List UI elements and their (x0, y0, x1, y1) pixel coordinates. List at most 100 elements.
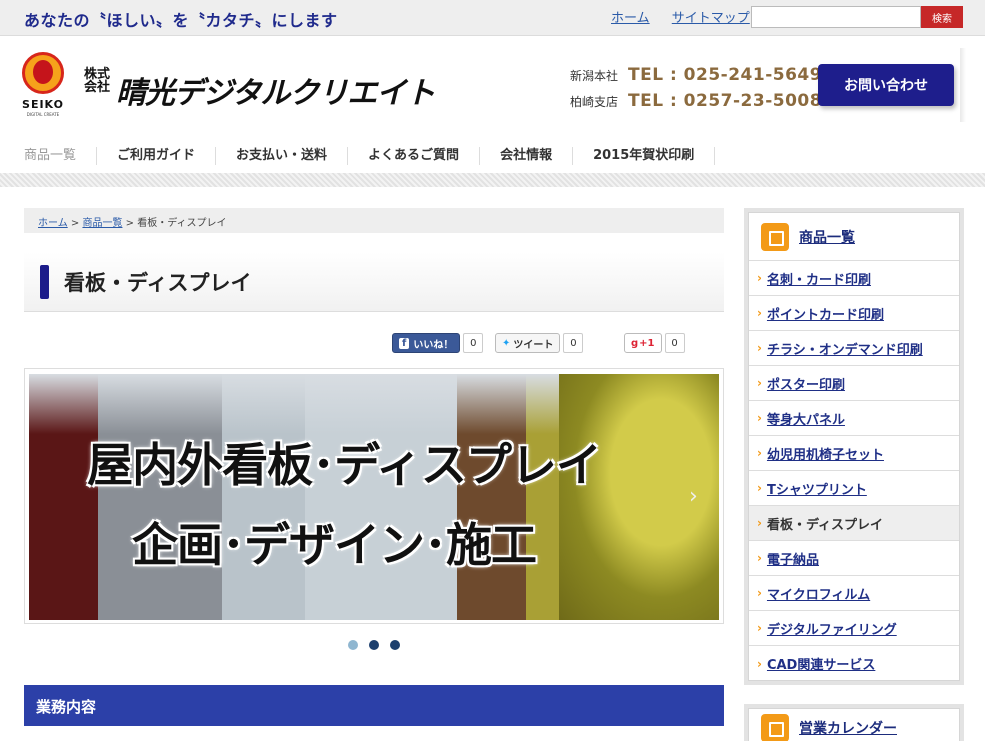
nav-item-company[interactable]: 会社情報 (480, 147, 574, 165)
sidebar-panel: 商品一覧 › 名刺・カード印刷 › ポイントカード印刷 › チラシ・オンデマンド印刷 … (748, 212, 960, 681)
chevron-right-icon: › (757, 586, 762, 600)
company-prefix: 株式会社 (84, 67, 111, 95)
tel-branch: 柏崎支店 (570, 94, 619, 109)
twitter-tweet: ✦ ツイート 0 (495, 333, 584, 353)
twitter-icon: ✦ (502, 337, 511, 349)
nav-item-faq[interactable]: よくあるご質問 (348, 147, 481, 165)
sidebar-item-flyers[interactable]: › チラシ・オンデマンド印刷 (749, 331, 959, 366)
nav-item-products[interactable]: 商品一覧 (4, 147, 98, 165)
sidebar-heading[interactable]: 商品一覧 (749, 213, 959, 261)
sidebar-item-posters[interactable]: › ポスター印刷 (749, 366, 959, 401)
chevron-right-icon: › (757, 551, 762, 565)
box-icon (761, 222, 789, 251)
chevron-right-icon: › (757, 376, 762, 390)
search-input[interactable] (751, 6, 921, 28)
gplus-count: 0 (664, 333, 685, 353)
facebook-icon: f (399, 337, 410, 349)
logo-subtext: DIGITAL CREATE (26, 112, 60, 117)
tel-number: TEL : 025-241-5649 (628, 65, 823, 85)
logo-face-icon (33, 60, 53, 84)
sidebar-item-label: ポイントカード印刷 (766, 307, 884, 323)
sidebar-heading-label: 商品一覧 (799, 229, 855, 246)
breadcrumb: ホーム > 商品一覧 > 看板・ディスプレイ (24, 208, 724, 233)
sidebar-item-label: Tシャツプリント (766, 482, 867, 498)
top-link-sitemap[interactable]: サイトマップ (672, 11, 750, 26)
company-name[interactable]: 晴光デジタルクリエイト (116, 68, 435, 112)
sidebar-item-label: マイクロフィルム (766, 587, 871, 603)
facebook-like-label: いいね！ (413, 339, 454, 351)
sidebar-item-signage[interactable]: › 看板・ディスプレイ (749, 506, 959, 541)
sidebar-item-microfilm[interactable]: › マイクロフィルム (749, 576, 959, 611)
chevron-right-icon: › (757, 341, 762, 355)
tel-row: 新潟本社 TEL : 025-241-5649 (570, 62, 822, 88)
tel-block: 新潟本社 TEL : 025-241-5649 柏崎支店 TEL : 0257-… (570, 62, 822, 114)
slider-next-icon[interactable]: › (689, 484, 698, 509)
sidebar-item-life-size-panels[interactable]: › 等身大パネル (749, 401, 959, 436)
sidebar-item-label: CAD関連サービス (766, 658, 876, 673)
header-shadow (960, 48, 966, 122)
top-bar: あなたの〝ほしい〟を〝カタチ〟にします ホーム サイトマップ 検索 (0, 0, 985, 36)
nav-item-newyear[interactable]: 2015年賀状印刷 (573, 147, 716, 165)
gplus-share: g +1 0 (624, 333, 685, 353)
sidebar-calendar-label: 営業カレンダー (799, 721, 897, 737)
sidebar-item-tshirt-print[interactable]: › Tシャツプリント (749, 471, 959, 506)
gplus-label: +1 (639, 337, 655, 349)
gplus-button[interactable]: g +1 (624, 333, 662, 353)
sidebar-item-cad-services[interactable]: › CAD関連サービス (749, 646, 959, 681)
slider-dot[interactable] (348, 640, 358, 650)
tel-branch: 新潟本社 (570, 68, 619, 83)
sidebar-item-label: 看板・ディスプレイ (766, 517, 884, 533)
sidebar-calendar: 営業カレンダー (744, 704, 964, 741)
facebook-like-count: 0 (463, 333, 484, 353)
sidebar-calendar-heading[interactable]: 営業カレンダー (748, 708, 960, 741)
sidebar-item-e-delivery[interactable]: › 電子納品 (749, 541, 959, 576)
slider-dot[interactable] (390, 640, 400, 650)
chevron-right-icon: › (757, 411, 762, 425)
chevron-right-icon: › (757, 656, 762, 671)
sidebar-item-business-cards[interactable]: › 名刺・カード印刷 (749, 261, 959, 296)
sidebar-item-label: チラシ・オンデマンド印刷 (766, 342, 923, 358)
tel-number: TEL : 0257-23-5008 (628, 91, 823, 111)
breadcrumb-products[interactable]: 商品一覧 (82, 218, 122, 229)
tagline: あなたの〝ほしい〟を〝カタチ〟にします (24, 11, 338, 30)
breadcrumb-current: 看板・ディスプレイ (137, 218, 227, 229)
slide-image: 屋内外看板･ディスプレイ 企画･デザイン･施工 › (29, 374, 719, 620)
sidebar-item-label: 電子納品 (766, 552, 819, 568)
hero-slider[interactable]: 屋内外看板･ディスプレイ 企画･デザイン･施工 › (24, 368, 724, 624)
tel-row: 柏崎支店 TEL : 0257-23-5008 (570, 88, 822, 114)
chevron-right-icon: › (757, 271, 762, 285)
tweet-count: 0 (563, 333, 584, 353)
calendar-icon (761, 714, 789, 741)
chevron-right-icon: › (757, 306, 762, 320)
sidebar-item-kids-desk-set[interactable]: › 幼児用机椅子セット (749, 436, 959, 471)
top-link-home[interactable]: ホーム (611, 11, 650, 26)
sidebar-item-point-cards[interactable]: › ポイントカード印刷 (749, 296, 959, 331)
logo-text: SEIKO (22, 98, 64, 111)
tweet-label: ツイート (513, 339, 554, 351)
contact-button[interactable]: お問い合わせ (818, 64, 954, 106)
sidebar-item-label: 幼児用机椅子セット (766, 447, 884, 463)
gplus-icon: g (631, 337, 639, 349)
company-logo[interactable]: SEIKO DIGITAL CREATE (18, 52, 68, 120)
sidebar-item-label: 等身大パネル (766, 412, 845, 428)
breadcrumb-home[interactable]: ホーム (38, 218, 68, 229)
chevron-right-icon: › (757, 516, 762, 530)
site-header: SEIKO DIGITAL CREATE 株式会社 晴光デジタルクリエイト 新潟… (4, 38, 982, 173)
slide-headline-2: 企画･デザイン･施工 (132, 518, 537, 572)
breadcrumb-separator: > (122, 218, 138, 229)
sidebar-item-digital-filing[interactable]: › デジタルファイリング (749, 611, 959, 646)
search-button[interactable]: 検索 (921, 6, 963, 28)
sidebar-products: 商品一覧 › 名刺・カード印刷 › ポイントカード印刷 › チラシ・オンデマンド印刷 … (744, 208, 964, 685)
slide-headline-1: 屋内外看板･ディスプレイ (87, 438, 602, 492)
global-nav: 商品一覧 ご利用ガイド お支払い・送料 よくあるご質問 会社情報 2015年賀状… (4, 139, 716, 173)
chevron-right-icon: › (757, 446, 762, 460)
sidebar-item-label: ポスター印刷 (766, 377, 845, 393)
facebook-like-button[interactable]: f いいね！ (392, 333, 461, 353)
sidebar-item-label: デジタルファイリング (766, 622, 897, 638)
nav-item-payment[interactable]: お支払い・送料 (216, 147, 349, 165)
slider-dot[interactable] (369, 640, 379, 650)
title-accent-bar (40, 265, 49, 299)
tweet-button[interactable]: ✦ ツイート (495, 333, 561, 353)
nav-item-guide[interactable]: ご利用ガイド (97, 147, 217, 165)
chevron-right-icon: › (757, 481, 762, 495)
